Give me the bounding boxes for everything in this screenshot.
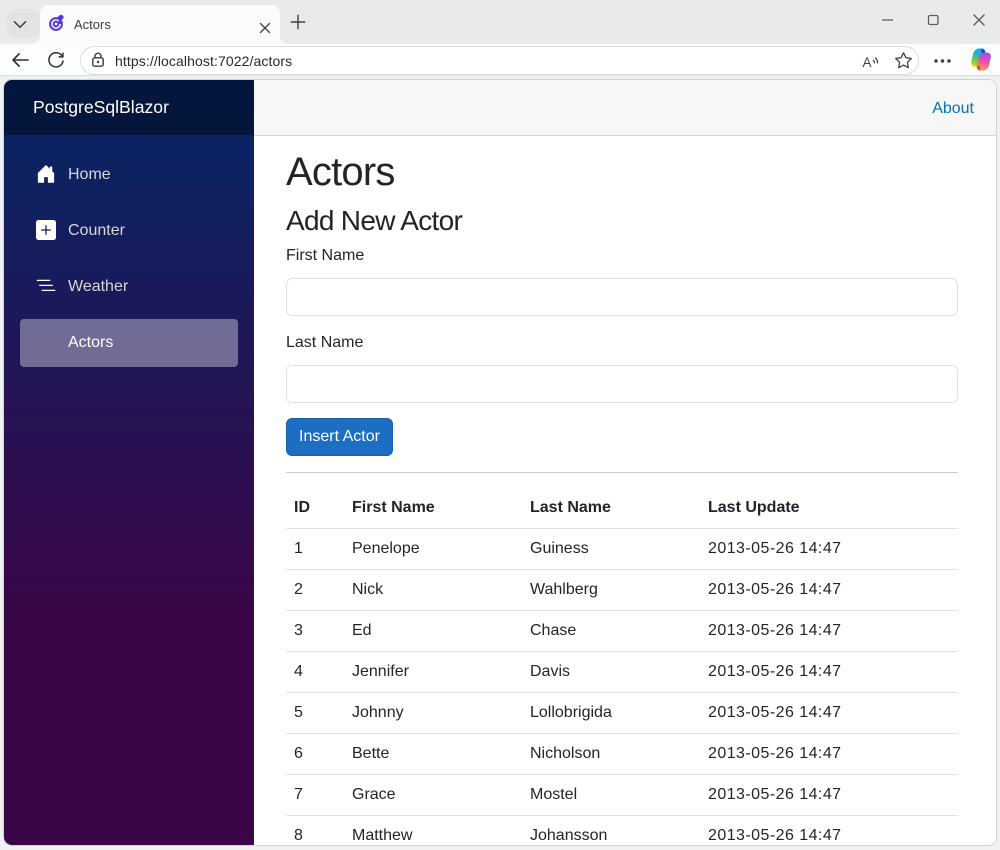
svg-text:A: A xyxy=(863,55,872,70)
